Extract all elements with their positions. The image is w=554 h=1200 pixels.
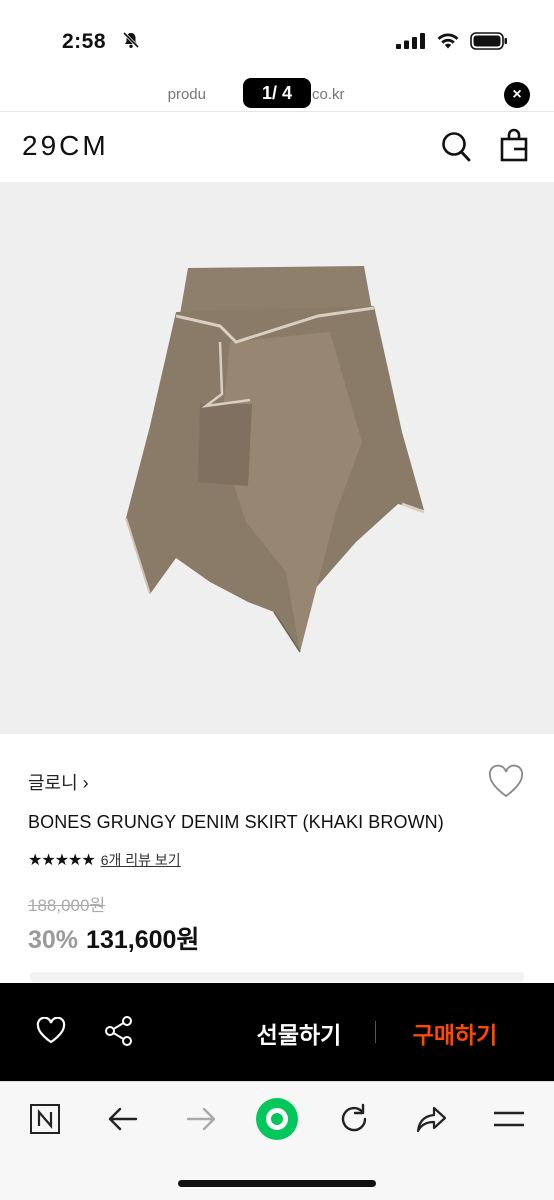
skirt-illustration xyxy=(125,266,425,653)
review-link[interactable]: 6개 리뷰 보기 xyxy=(101,850,181,870)
menu-icon[interactable] xyxy=(491,1101,527,1137)
brand-logo[interactable]: 29CM xyxy=(22,130,109,162)
share-icon[interactable] xyxy=(104,1015,134,1047)
forward-arrow-icon[interactable] xyxy=(183,1101,219,1137)
image-page-counter: 1/ 4 xyxy=(243,78,311,108)
battery-icon xyxy=(470,32,507,50)
brand-link[interactable]: 글로니 › xyxy=(28,769,89,795)
back-arrow-icon[interactable] xyxy=(105,1101,141,1137)
reload-icon[interactable] xyxy=(336,1101,372,1137)
share-arrow-icon[interactable] xyxy=(414,1101,450,1137)
action-divider xyxy=(375,1021,376,1043)
heart-icon[interactable] xyxy=(36,1017,66,1045)
close-button[interactable]: × xyxy=(504,82,530,108)
discount-rate: 30% xyxy=(28,926,79,954)
price-row: 30% 131,600원 xyxy=(28,920,199,954)
sale-price: 131,600원 xyxy=(86,926,200,954)
product-image[interactable] xyxy=(0,182,554,734)
signal-icon xyxy=(396,33,425,49)
browser-toolbar xyxy=(0,1081,554,1200)
search-icon[interactable] xyxy=(441,131,471,163)
purchase-action-bar: 선물하기 구매하기 xyxy=(0,983,554,1081)
bell-slash-icon xyxy=(122,31,140,49)
product-name: BONES GRUNGY DENIM SKIRT (KHAKI BROWN) xyxy=(28,812,444,832)
original-price: 188,000원 xyxy=(28,896,106,915)
status-time: 2:58 xyxy=(62,30,107,53)
section-divider xyxy=(30,972,524,982)
gift-button[interactable]: 선물하기 xyxy=(244,1016,354,1050)
url-prefix: produ xyxy=(167,86,206,103)
home-circle-icon[interactable] xyxy=(254,1096,300,1142)
home-indicator xyxy=(178,1180,376,1187)
wishlist-heart-icon[interactable] xyxy=(487,764,525,800)
buy-button[interactable]: 구매하기 xyxy=(400,1016,510,1050)
naver-n-icon[interactable] xyxy=(27,1101,63,1137)
url-bar[interactable]: produ co.kr 1/ 4 xyxy=(0,72,554,112)
url-suffix: co.kr xyxy=(312,86,345,103)
status-bar: 2:58 xyxy=(0,0,554,72)
rating-stars: ★★★★★ xyxy=(28,852,96,869)
wifi-icon xyxy=(437,33,459,49)
rating-row: ★★★★★ 6개 리뷰 보기 xyxy=(28,849,181,871)
shopping-bag-icon[interactable] xyxy=(499,128,529,162)
site-header: 29CM xyxy=(0,112,554,182)
